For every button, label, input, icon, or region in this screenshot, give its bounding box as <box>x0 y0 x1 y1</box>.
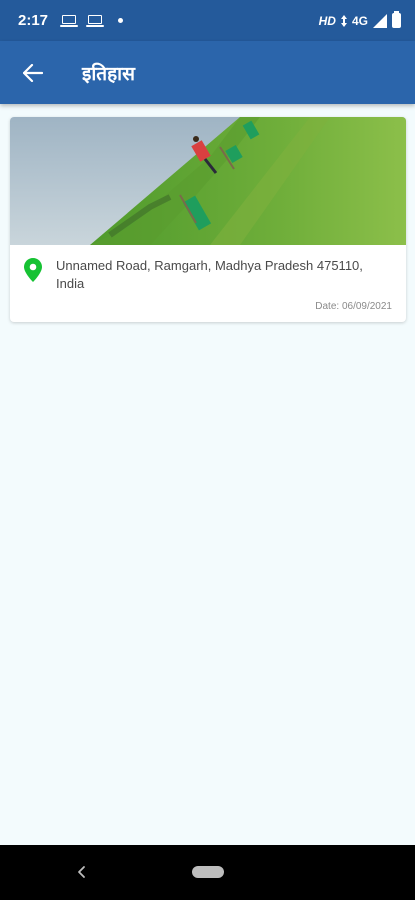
status-left-icons <box>60 14 124 27</box>
data-arrows-icon <box>340 14 347 27</box>
status-right-icons: HD 4G <box>318 11 401 28</box>
status-bar: 2:17 HD 4G <box>0 0 415 41</box>
hd-label: HD <box>318 13 336 28</box>
app-bar: इतिहास <box>0 41 415 104</box>
history-address: Unnamed Road, Ramgarh, Madhya Pradesh 47… <box>56 258 363 291</box>
arrow-left-icon <box>23 63 43 82</box>
back-chevron-icon[interactable] <box>72 862 92 882</box>
field-photo <box>10 117 406 245</box>
history-date: Date: 06/09/2021 <box>315 301 392 312</box>
location-pin-icon <box>24 258 42 282</box>
battery-icon <box>392 11 401 28</box>
page-title: इतिहास <box>82 62 135 85</box>
network-type: 4G <box>351 13 368 28</box>
status-time: 2:17 <box>18 12 49 29</box>
notification-dot <box>118 18 124 23</box>
home-pill-icon[interactable] <box>192 866 224 878</box>
signal-icon <box>373 13 387 28</box>
laptop-icon <box>86 14 105 27</box>
address-row: Unnamed Road, Ramgarh, Madhya Pradesh 47… <box>10 245 406 293</box>
laptop-icon <box>60 14 79 27</box>
back-button[interactable] <box>0 41 66 104</box>
system-nav-bar <box>0 845 415 900</box>
history-card[interactable]: Unnamed Road, Ramgarh, Madhya Pradesh 47… <box>10 117 406 322</box>
